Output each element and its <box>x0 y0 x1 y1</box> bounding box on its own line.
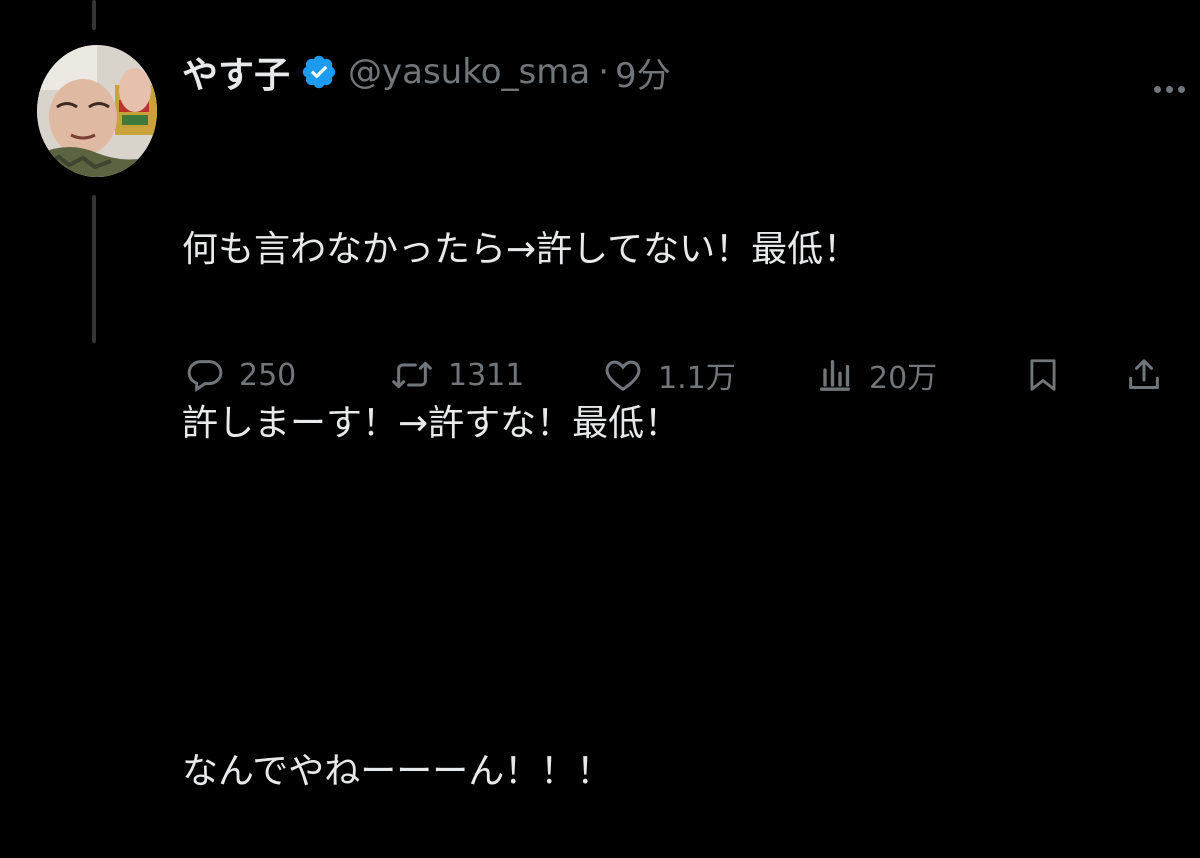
retweet-button[interactable]: 1311 <box>390 350 524 400</box>
avatar[interactable] <box>37 45 157 177</box>
user-handle[interactable]: @yasuko_sma <box>348 52 590 92</box>
display-name[interactable]: やす子 <box>182 46 290 98</box>
views-button[interactable]: 20万 <box>815 350 937 400</box>
thread-line-bottom <box>92 195 96 343</box>
bookmark-button[interactable] <box>1024 350 1062 400</box>
retweet-count: 1311 <box>448 357 525 393</box>
avatar-photo <box>37 45 157 177</box>
tweet-text-line: 何も言わなかったら→許してない！最低！ <box>182 229 860 270</box>
like-count: 1.1万 <box>658 361 736 396</box>
tweet-text: 何も言わなかったら→許してない！最低！ 許しまーす！→許すな！最低！ なんでやね… <box>182 105 1162 858</box>
reply-bubble-icon <box>187 360 223 392</box>
tweet-header: やす子 @yasuko_sma · 9分 <box>182 46 671 98</box>
action-bar: 250 1311 1.1万 20万 <box>0 350 1200 400</box>
more-horizontal-icon[interactable] <box>1150 78 1190 102</box>
share-button[interactable] <box>1124 350 1164 400</box>
share-upload-icon <box>1129 359 1159 389</box>
like-button[interactable]: 1.1万 <box>602 350 736 400</box>
timestamp[interactable]: 9分 <box>615 48 671 97</box>
reply-count: 250 <box>239 357 297 393</box>
reply-button[interactable]: 250 <box>185 350 296 400</box>
verified-badge-icon <box>300 53 338 91</box>
thread-line-top <box>92 0 96 30</box>
heart-icon <box>605 360 641 391</box>
view-count: 20万 <box>869 361 938 396</box>
tweet-text-line: 許しまーす！→許すな！最低！ <box>182 403 681 444</box>
separator-dot: · <box>598 52 609 92</box>
tweet-text-line <box>182 569 1162 627</box>
views-bar-chart-icon <box>820 360 850 391</box>
tweet-text-line: なんでやねーーーん！！！ <box>182 751 613 792</box>
bookmark-icon <box>1030 359 1056 391</box>
retweet-icon <box>392 361 432 389</box>
